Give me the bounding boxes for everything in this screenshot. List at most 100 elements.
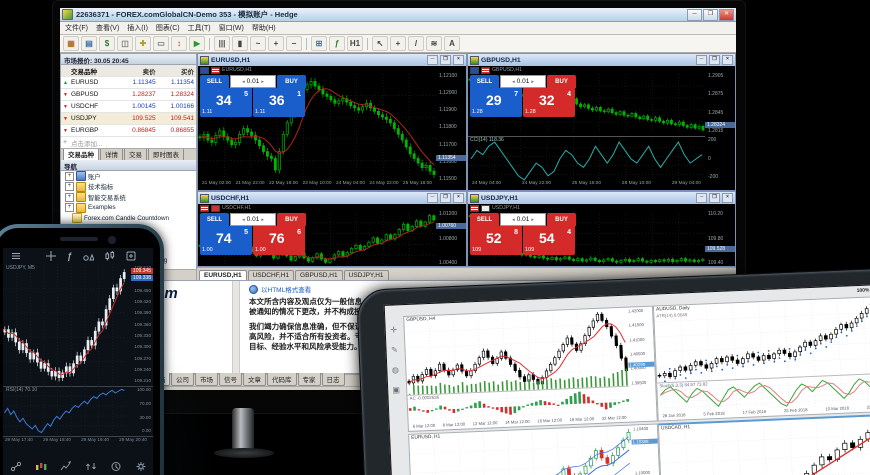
restore-icon[interactable]: ❐ — [440, 193, 451, 203]
line-chart-button[interactable]: ~ — [250, 36, 266, 51]
close-icon[interactable]: × — [722, 55, 733, 65]
tab-市场[interactable]: 市场 — [195, 373, 218, 386]
close-icon[interactable]: × — [722, 193, 733, 203]
cursor-button[interactable]: ↖ — [372, 36, 388, 51]
tab-USDCHF,H1[interactable]: USDCHF,H1 — [248, 270, 294, 280]
sell-price-box[interactable]: 1.28297 — [470, 88, 522, 117]
buy-button[interactable]: BUY — [277, 75, 306, 88]
buy-price-box[interactable]: 1.00766 — [253, 226, 305, 255]
menu-插入(I)[interactable]: 插入(I) — [127, 23, 148, 33]
menu-工具(T)[interactable]: 工具(T) — [188, 23, 211, 33]
tab-交易[interactable]: 交易 — [124, 148, 147, 160]
chart-window-titlebar[interactable]: GBPUSD,H1 ─❐× — [468, 54, 735, 66]
terminal-button[interactable]: ▭ — [153, 36, 169, 51]
tablet-chart-usdcad[interactable]: USDCAD, H1 1.450001.442001.43400 1.44820 — [658, 412, 870, 475]
indicators-button[interactable]: ƒ — [329, 36, 345, 51]
symbol-row-USDJPY[interactable]: ▼USDJPY109.525109.541 — [61, 113, 196, 125]
minimize-button[interactable]: ─ — [687, 9, 702, 21]
menu-查看(V)[interactable]: 查看(V) — [96, 23, 119, 33]
navigator-button[interactable]: ✚ — [135, 36, 151, 51]
chart-window-titlebar[interactable]: EURUSD,H1 ─❐× — [198, 54, 466, 66]
crosshair-icon[interactable] — [46, 251, 56, 261]
new-chart-button[interactable]: ▦ — [63, 36, 79, 51]
menu-帮助(H)[interactable]: 帮助(H) — [252, 23, 276, 33]
tab-公司[interactable]: 公司 — [171, 373, 194, 386]
tab-GBPUSD,H1[interactable]: GBPUSD,H1 — [295, 270, 343, 280]
objects-icon[interactable] — [83, 251, 94, 261]
tablet-chart-gbpusd[interactable]: GBPUSD, H4 AC -0.0002636 1.420001.415001… — [403, 306, 658, 432]
symbol-row-GBPUSD[interactable]: ▼GBPUSD1.282371.28324 — [61, 89, 196, 101]
text-label-button[interactable]: A — [444, 36, 460, 51]
buy-button[interactable]: BUY — [547, 213, 576, 226]
phone-rsi-pane[interactable]: RSI(14) 70.10 100.0070.0030.000.00 — [3, 386, 153, 437]
symbol-row-USDCHF[interactable]: ▼USDCHF1.001451.00166 — [61, 101, 196, 113]
minimize-icon[interactable]: ─ — [696, 193, 707, 203]
chart-window-gbpusd[interactable]: GBPUSD,H1 ─❐× GBPUSD,H1 1.29051.28751.28… — [467, 53, 736, 191]
candles-button[interactable]: ▮ — [232, 36, 248, 51]
close-icon[interactable]: × — [453, 55, 464, 65]
tab-专家[interactable]: 专家 — [298, 373, 321, 386]
tab-信号[interactable]: 信号 — [219, 373, 242, 386]
minimize-icon[interactable]: ─ — [427, 193, 438, 203]
bars-button[interactable]: ||| — [214, 36, 230, 51]
chart-window-eurusd[interactable]: EURUSD,H1 ─❐× EURUSD,H1 1.121001.120001.… — [197, 53, 467, 191]
sell-price-box[interactable]: 1.00745 — [200, 226, 252, 255]
zoom-in-button[interactable]: + — [268, 36, 284, 51]
sell-button[interactable]: SELL — [470, 213, 499, 226]
lot-input[interactable]: ◂0.01▸ — [230, 75, 276, 88]
tile-windows-button[interactable]: ⊞ — [311, 36, 327, 51]
tab-即时图表[interactable]: 即时图表 — [148, 148, 184, 160]
cci-chart[interactable] — [468, 139, 705, 183]
buy-price-box[interactable]: 109544 — [523, 226, 575, 255]
profiles-button[interactable]: ▤ — [81, 36, 97, 51]
nav-item-智能交易系统[interactable]: +智能交易系统 — [61, 192, 196, 203]
menu-图表(C)[interactable]: 图表(C) — [156, 23, 180, 33]
restore-icon[interactable]: ❐ — [709, 193, 720, 203]
new-order-button[interactable]: ↕ — [171, 36, 187, 51]
crosshair-button[interactable]: + — [390, 36, 406, 51]
tab-交易品种[interactable]: 交易品种 — [63, 148, 99, 160]
sell-button[interactable]: SELL — [470, 75, 499, 88]
buy-price-box[interactable]: 1.28324 — [523, 88, 575, 117]
restore-icon[interactable]: ❐ — [440, 55, 451, 65]
draw-icon[interactable]: ✎ — [391, 346, 398, 354]
nav-item-Examples[interactable]: +Examples — [61, 203, 196, 214]
lot-input[interactable]: ◂0.01▸ — [230, 213, 276, 226]
close-icon[interactable]: × — [453, 193, 464, 203]
data-window-button[interactable]: ◫ — [117, 36, 133, 51]
nav-item-技术指标[interactable]: +技术指标 — [61, 182, 196, 193]
quotes-icon[interactable] — [35, 461, 47, 472]
chart-window-usdjpy[interactable]: USDJPY,H1 ─❐× USDJPY,H1 110.20109.80109.… — [467, 191, 736, 267]
trendline-button[interactable]: / — [408, 36, 424, 51]
chat-icon[interactable]: ◍ — [392, 366, 399, 374]
history-icon[interactable] — [110, 461, 122, 472]
candle-type-icon[interactable] — [105, 251, 115, 261]
new-window-icon[interactable] — [126, 251, 136, 261]
menu-文件(F)[interactable]: 文件(F) — [65, 23, 88, 33]
sell-button[interactable]: SELL — [200, 213, 229, 226]
indicators-f-icon[interactable]: ƒ — [67, 251, 72, 261]
periods-button[interactable]: H1 — [347, 36, 363, 51]
lot-input[interactable]: ◂0.01▸ — [500, 213, 546, 226]
symbol-row-EURGBP[interactable]: ▼EURGBP0.868450.86855 — [61, 125, 196, 137]
mail-list-scrollbar[interactable] — [233, 281, 240, 373]
nav-item-账户[interactable]: +账户 — [61, 171, 196, 182]
menu-窗口(W)[interactable]: 窗口(W) — [219, 23, 244, 33]
doc-icon[interactable]: ▣ — [392, 386, 400, 394]
buy-price-box[interactable]: 1.11361 — [253, 88, 305, 117]
sell-price-box[interactable]: 1.11345 — [200, 88, 252, 117]
chart-window-usdchf[interactable]: USDCHF,H1 ─❐× USDCHF,H1 1.012001.008001.… — [197, 191, 467, 267]
fibonacci-button[interactable]: ≋ — [426, 36, 442, 51]
signals-icon[interactable] — [10, 461, 22, 472]
close-button[interactable]: ✕ — [719, 9, 734, 21]
autotrading-button[interactable]: ▶ — [189, 36, 205, 51]
market-watch-button[interactable]: $ — [99, 36, 115, 51]
menu-icon[interactable] — [11, 251, 21, 261]
chart-window-titlebar[interactable]: USDCHF,H1 ─❐× — [198, 192, 466, 204]
crosshair-icon[interactable]: ✛ — [390, 326, 397, 334]
minimize-icon[interactable]: ─ — [427, 55, 438, 65]
tablet-chart-audusd[interactable]: AUDUSD, Daily ATR(14) 0.0049 Stoch(5,3,3… — [653, 295, 870, 422]
lot-input[interactable]: ◂0.01▸ — [500, 75, 546, 88]
tablet-chart-eurusd[interactable]: EURUSD, H1 1.104001.100001.09600 1.10388 — [408, 423, 662, 475]
symbol-row-EURUSD[interactable]: ▲EURUSD1.113451.11354 — [61, 77, 196, 89]
